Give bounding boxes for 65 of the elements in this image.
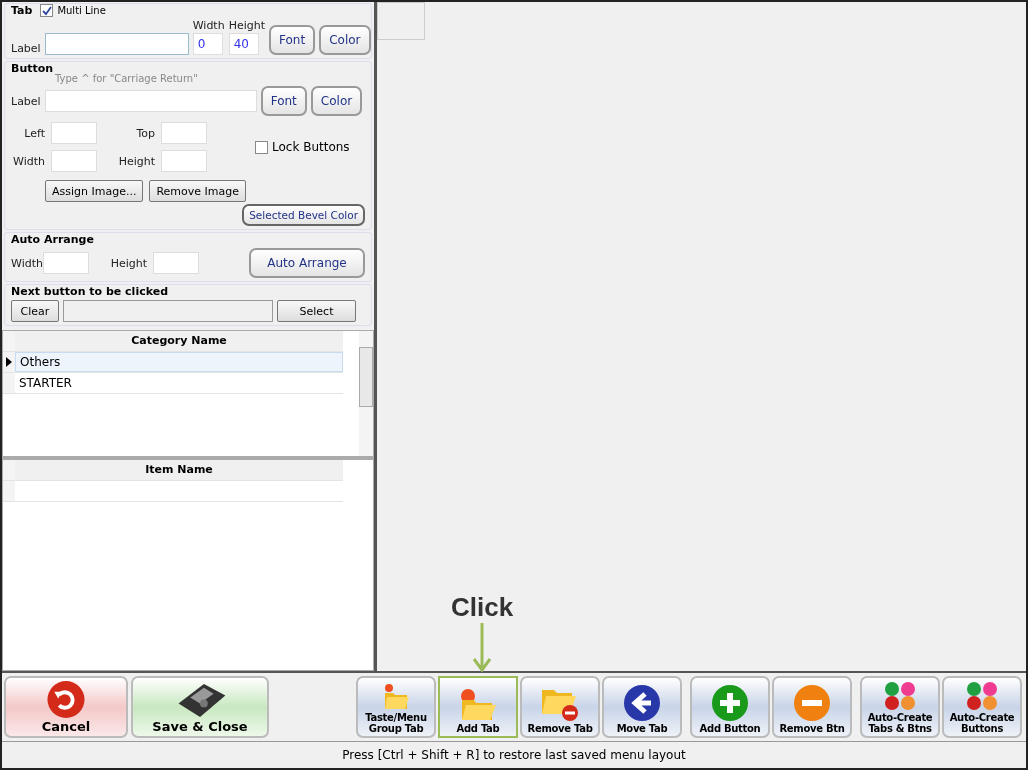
button-style-button[interactable]: Font <box>260 86 307 116</box>
emoji-cluster-icon <box>883 681 917 711</box>
tab-style-button[interactable]: Font <box>269 25 316 55</box>
emoji-cluster-icon <box>965 681 999 711</box>
toolbar-button[interactable]: Auto-Create Buttons <box>942 676 1022 738</box>
toolbar-button[interactable]: Remove Btn <box>772 676 852 738</box>
lock-buttons-checkbox[interactable] <box>255 140 268 154</box>
down-arrow-icon <box>472 623 493 673</box>
toolbar-button[interactable]: Move Tab <box>602 676 682 738</box>
next-button-field[interactable] <box>63 300 273 322</box>
tab-label-field[interactable] <box>44 33 189 55</box>
multi-line-checkbox[interactable] <box>40 4 54 17</box>
height-field[interactable] <box>161 150 207 172</box>
toolbar-button[interactable]: Cancel <box>4 676 128 738</box>
image-button[interactable]: Assign Image... <box>45 180 144 202</box>
tab-width-field[interactable]: 0 <box>192 33 223 55</box>
auto-arrange-button[interactable]: Auto Arrange <box>249 248 365 278</box>
table-cell-text: STARTER <box>18 376 73 390</box>
annotation-text: Click <box>451 592 514 623</box>
field-label: Label <box>11 42 41 55</box>
checkbox-label: Multi Line <box>57 5 106 16</box>
field-label: Height <box>117 154 155 168</box>
group-title: Auto Arrange <box>11 233 95 246</box>
hint-text: Type ^ for "Carriage Return" <box>55 73 199 84</box>
image-button[interactable]: Remove Image <box>149 180 247 202</box>
button-style-button[interactable]: Color <box>310 86 363 116</box>
undo-icon <box>46 680 86 719</box>
bevel-color-button[interactable]: Selected Bevel Color <box>242 204 365 226</box>
toolbar-button[interactable]: Add Button <box>690 676 770 738</box>
select-button[interactable]: Select <box>277 300 356 322</box>
group-title: Next button to be clicked <box>11 285 170 298</box>
toolbar-button[interactable]: Auto-Create Tabs & Btns <box>860 676 940 738</box>
scrollbar[interactable] <box>359 331 373 456</box>
field-label: Width <box>192 19 225 32</box>
toolbar-button[interactable]: Taste/Menu Group Tab <box>356 676 436 738</box>
folder-icon <box>458 688 498 722</box>
arrange-height-field[interactable] <box>153 252 199 274</box>
clear-button[interactable]: Clear <box>11 300 59 322</box>
tab-height-field[interactable]: 40 <box>228 33 259 55</box>
status-text: Press [Ctrl + Shift + R] to restore last saved menu layout <box>342 748 686 762</box>
tab-placeholder <box>377 2 425 40</box>
column-header: Category Name <box>15 331 343 351</box>
minus-icon <box>793 684 831 722</box>
field-label: Label <box>11 94 41 108</box>
toolbar-button[interactable]: Save & Close <box>131 676 269 738</box>
field-label: Top <box>135 126 155 140</box>
field-label: Height <box>228 19 266 32</box>
button-label-field[interactable] <box>44 90 257 112</box>
field-label: Height <box>109 256 147 270</box>
width-field[interactable] <box>51 150 97 172</box>
left-field[interactable] <box>51 122 97 144</box>
group-title: Button <box>11 62 55 75</box>
row-pointer-icon <box>6 357 12 367</box>
group-title: Tab <box>11 4 33 17</box>
checkbox-label: Lock Buttons <box>272 140 350 154</box>
toolbar-button[interactable]: Add Tab <box>438 676 518 738</box>
toolbar-button[interactable]: Remove Tab <box>520 676 600 738</box>
field-label: Width <box>12 154 45 168</box>
plus-icon <box>711 684 749 722</box>
arrange-width-field[interactable] <box>43 252 89 274</box>
category-row[interactable]: STARTER <box>3 373 343 394</box>
tab-style-button[interactable]: Color <box>319 25 371 55</box>
top-field[interactable] <box>161 122 207 144</box>
column-header: Item Name <box>15 460 343 480</box>
field-label: Left <box>23 126 45 140</box>
